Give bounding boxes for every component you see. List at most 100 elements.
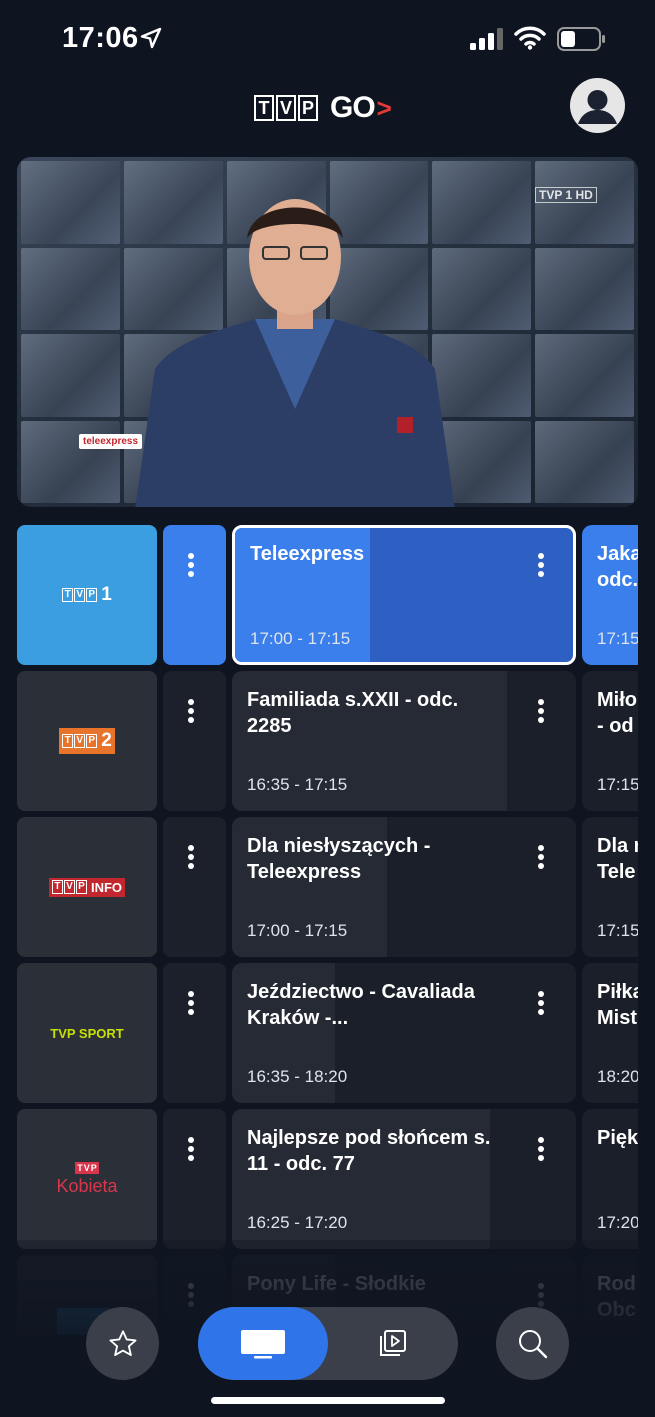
channel-logo: TVP SPORT [50,1026,123,1041]
search-icon [518,1329,547,1358]
channel-watermark: TVP 1 HD [535,187,597,203]
next-program-card[interactable]: Miło - od 17:15 [582,671,638,811]
previous-program-options-button[interactable] [163,1109,226,1249]
program-time: 16:25 - 17:20 [247,1213,348,1232]
channel-logo-tile[interactable]: TVP2 [17,671,157,811]
channel-logo-letter: P [90,1162,97,1173]
channel-logo-letter: T [62,734,74,748]
tvp-go-logo[interactable]: T V P GO > [254,91,392,125]
logo-go-text: GO [330,91,376,124]
current-program-card[interactable]: Dla niesłyszących - Teleexpress 17:00 - 1… [232,817,576,957]
channel-logo-letter: P [75,880,87,894]
channel-logo-tile[interactable]: TVP1 [17,525,157,665]
next-program-time: 17:20 [597,1213,638,1232]
channel-row: T V P Kobieta Najlepsze pod słońcem s. 11 - … [17,1109,638,1249]
next-program-card[interactable]: Dla n Tele 17:15 [582,817,638,957]
next-program-time: 17:15 [597,629,638,648]
battery-icon [557,27,605,51]
next-program-card[interactable]: Piłka Mist 18:20 [582,963,638,1103]
channel-logo: TVP1 [62,584,112,606]
channel-logo-letter: P [86,588,98,602]
star-icon [109,1329,136,1356]
channel-logo: T V P Kobieta [56,1161,118,1197]
channel-logo-letter: V [83,1162,90,1173]
search-button[interactable] [496,1307,569,1380]
channel-logo-text: 2 [101,730,112,751]
current-program-card[interactable]: Jeździectwo - Cavaliada Kraków -... 16:35… [232,963,576,1103]
channel-logo-letter: V [63,880,75,894]
channel-row: T V P 2 Familiada s.XXII - odc. 2285 16:35 - … [17,671,638,811]
channel-logo-text: Kobieta [56,1175,118,1196]
program-time: 16:35 - 18:20 [247,1067,348,1086]
program-time: 17:00 - 17:15 [247,921,348,940]
channel-logo-tile[interactable]: TVP SPORT [17,963,157,1103]
previous-program-options-button[interactable] [163,525,226,665]
more-vertical-icon [187,1137,195,1163]
channel-row: T V P 1 Teleexpress 17:00 - 17:15 Jaka odc. 17:… [17,525,638,665]
live-preview-player[interactable]: teleexpress TVP 1 HD [17,157,638,507]
previous-program-options-button[interactable] [163,817,226,957]
app-header: T V P GO > [0,75,655,140]
video-library-icon [380,1329,406,1356]
channel-logo-letter: P [86,734,98,748]
program-title: Jeździectwo - Cavaliada Kraków -... [247,981,475,1029]
program-time: 17:00 - 17:15 [250,629,351,648]
previous-program-options-button[interactable] [163,963,226,1103]
news-anchor-image [135,199,455,507]
next-program-title: Jaka odc. [597,543,638,591]
current-program-card[interactable]: Najlepsze pod słońcem s. 11 - odc. 77 16:… [232,1109,576,1249]
status-time: 17:06 [62,22,139,54]
channel-logo-tile[interactable]: T V P Kobieta [17,1109,157,1249]
more-vertical-icon[interactable] [537,1137,545,1163]
home-indicator [211,1397,445,1404]
channel-logo-letter: V [74,588,86,602]
logo-letter: V [276,95,296,121]
next-program-time: 18:20 [597,1067,638,1086]
channel-logo-letter: V [74,734,86,748]
next-program-title: Dla n Tele [597,835,638,883]
user-icon [578,90,617,124]
program-title: Dla niesłyszących - Teleexpress [247,835,431,883]
channel-row: T V P INFO Dla niesłyszących - Teleexpress 17… [17,817,638,957]
program-title: Teleexpress [250,543,365,565]
next-program-title: Piłka Mist [597,981,638,1029]
cellular-signal-icon [470,28,503,50]
vod-tab[interactable] [328,1307,458,1380]
channel-logo-letter: T [62,588,74,602]
program-watermark: teleexpress [79,434,143,449]
logo-arrow: > [376,92,392,123]
logo-letter: T [254,95,274,121]
current-program-card[interactable]: Familiada s.XXII - odc. 2285 16:35 - 17:1… [232,671,576,811]
more-vertical-icon[interactable] [537,699,545,725]
more-vertical-icon [187,991,195,1017]
more-vertical-icon[interactable] [537,991,545,1017]
more-vertical-icon[interactable] [537,845,545,871]
more-vertical-icon [187,553,195,579]
channel-row: TVP SPORT Jeździectwo - Cavaliada Kraków … [17,963,638,1103]
more-vertical-icon [187,845,195,871]
channel-logo-tile[interactable]: T V P INFO [17,817,157,957]
logo-letter: P [298,95,318,121]
next-program-time: 17:15 [597,775,638,794]
program-time: 16:35 - 17:15 [247,775,348,794]
profile-avatar-button[interactable] [570,78,625,133]
channel-logo-letter: T [77,1162,83,1173]
more-vertical-icon[interactable] [537,553,545,579]
channel-logo: T V P INFO [48,877,126,897]
channel-logo-letter: T [51,880,63,894]
next-program-time: 17:15 [597,921,638,940]
favorites-button[interactable] [86,1307,159,1380]
program-title: Familiada s.XXII - odc. 2285 [247,689,459,737]
previous-program-options-button[interactable] [163,671,226,811]
epg-guide: T V P 1 Teleexpress 17:00 - 17:15 Jaka odc. 17:… [17,525,638,1335]
current-program-card[interactable]: Teleexpress 17:00 - 17:15 [232,525,576,665]
live-tv-tab[interactable] [198,1307,328,1380]
channel-logo-text: INFO [90,879,123,895]
next-program-title: Miło - od [597,689,637,737]
status-bar: 17:06 [0,0,655,70]
location-arrow-icon [140,27,162,49]
channel-logo: TVP2 [59,728,115,754]
mode-switch [198,1307,458,1380]
next-program-card[interactable]: Jaka odc. 17:15 [582,525,638,665]
next-program-card[interactable]: Pięk 17:20 [582,1109,638,1249]
